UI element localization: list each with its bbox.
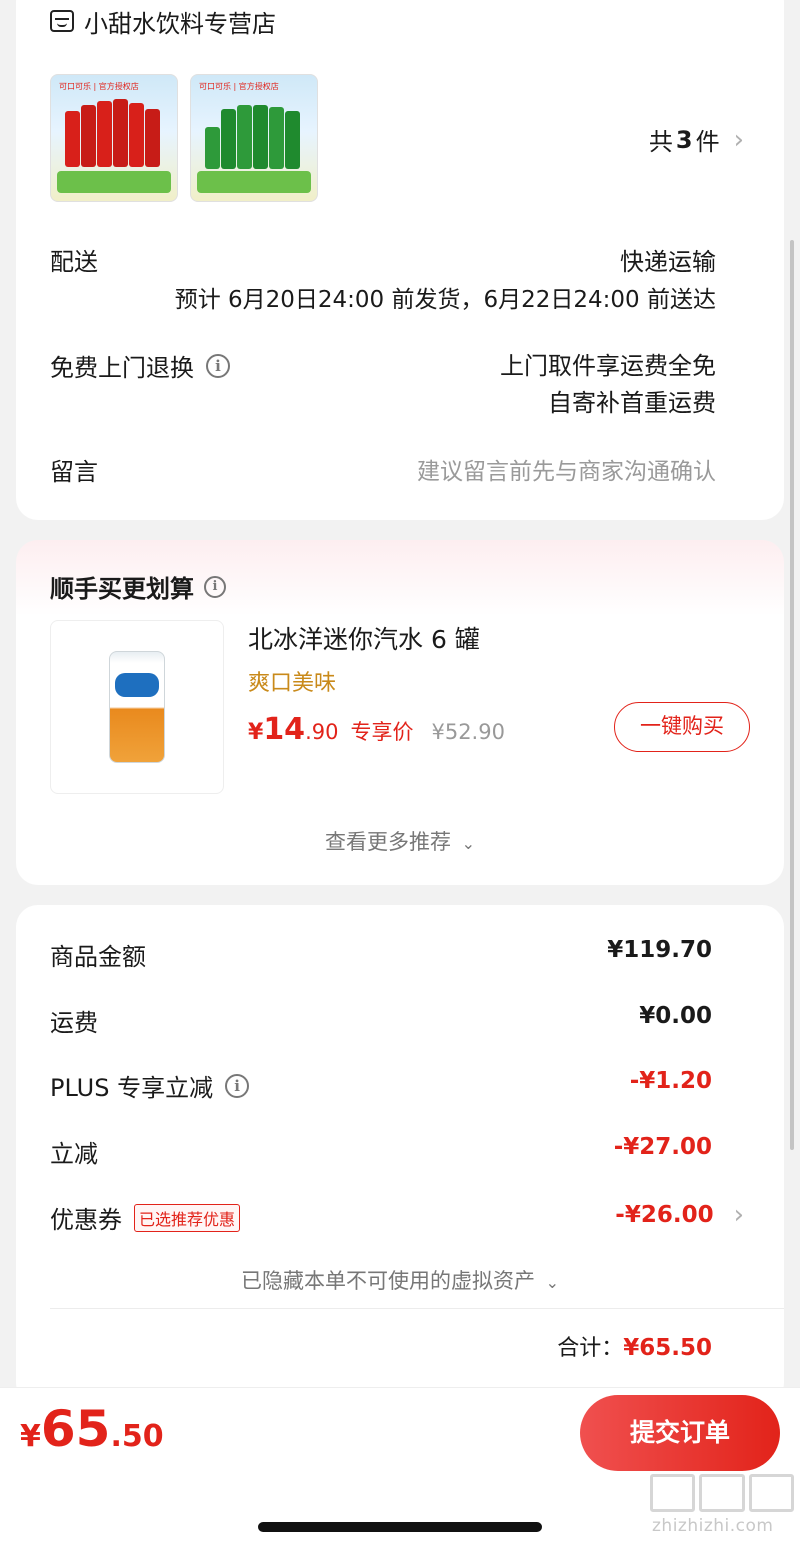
store-header[interactable]: 小甜水饮料专营店: [50, 6, 276, 38]
original-price: ¥52.90: [431, 720, 505, 744]
shipping-label: 运费: [50, 1009, 98, 1037]
plus-discount[interactable]: PLUS 专享立减 i: [50, 1068, 250, 1103]
item-count-prefix: 共: [648, 128, 673, 156]
recommend-header: 顺手买更划算 i: [50, 569, 226, 604]
hidden-assets-toggle[interactable]: 已隐藏本单不可使用的虚拟资产 ⌄: [0, 1265, 800, 1295]
plus-discount-label: PLUS 专享立减: [50, 1074, 214, 1102]
goods-amount-label: 商品金额: [50, 943, 146, 971]
price-integer: 14: [263, 712, 306, 747]
chevron-right-icon: ›: [733, 1200, 744, 1230]
info-icon[interactable]: i: [206, 353, 230, 378]
message-label: 留言: [50, 458, 98, 486]
coupon-badge: 已选推荐优惠: [134, 1203, 241, 1232]
message-input[interactable]: 建议留言前先与商家沟通确认: [417, 452, 716, 486]
price-symbol: ¥: [248, 720, 264, 745]
store-icon: [50, 10, 74, 32]
item-count-suffix: 件: [695, 128, 720, 156]
coupon-value-text: -¥26.00: [615, 1202, 714, 1228]
return-line-2: 自寄补首重运费: [548, 389, 716, 417]
coupon-value[interactable]: -¥26.00 ›: [615, 1200, 744, 1230]
delivery-estimate: 预计 6月20日24:00 前发货，6月22日24:00 前送达: [174, 287, 716, 313]
chevron-down-icon: ⌄: [545, 1273, 560, 1292]
recommend-product-image[interactable]: [50, 620, 224, 794]
see-more-label: 查看更多推荐: [324, 830, 451, 854]
price-integer: 65: [40, 1400, 111, 1458]
divider: [50, 1308, 784, 1309]
item-count-number: 3: [675, 125, 693, 154]
recommend-product-name[interactable]: 北冰洋迷你汽水 6 罐: [248, 620, 480, 656]
total-label: 合计：: [557, 1336, 624, 1361]
price-symbol: ¥: [20, 1419, 41, 1454]
discount-label: 立减: [50, 1140, 98, 1168]
discount-value: -¥27.00: [613, 1134, 712, 1160]
recommend-title: 顺手买更划算: [50, 575, 194, 603]
goods-amount-value: ¥119.70: [607, 937, 712, 963]
return-line-1: 上门取件享运费全免: [500, 352, 716, 380]
coupon-row[interactable]: 优惠券 已选推荐优惠: [50, 1200, 241, 1235]
info-icon[interactable]: i: [225, 1073, 250, 1098]
price-decimal: .90: [305, 720, 339, 744]
return-label: 免费上门退换: [50, 354, 194, 382]
hidden-assets-label: 已隐藏本单不可使用的虚拟资产: [240, 1269, 535, 1293]
info-icon[interactable]: i: [204, 575, 226, 598]
chevron-down-icon: ⌄: [461, 834, 476, 853]
product-thumbnail-cola[interactable]: 可口可乐 | 官方授权店: [50, 74, 178, 202]
store-name: 小甜水饮料专营店: [84, 9, 276, 38]
item-count[interactable]: 共 3 件 ›: [649, 122, 744, 157]
price-label: 专享价: [350, 720, 414, 744]
watermark-logo: [650, 1474, 794, 1512]
delivery-label: 配送: [50, 248, 98, 276]
shipping-value: ¥0.00: [639, 1003, 712, 1029]
delivery-method[interactable]: 快递运输: [620, 242, 716, 277]
order-total: 合计： ¥65.50: [557, 1330, 712, 1362]
chevron-right-icon: ›: [733, 124, 744, 155]
coupon-label: 优惠券: [50, 1206, 122, 1234]
home-indicator: [258, 1522, 542, 1532]
one-click-buy-button[interactable]: 一键购买: [614, 702, 750, 752]
watermark-text: zhizhizhi.com: [652, 1516, 774, 1536]
checkout-price: ¥ 65 .50: [20, 1400, 164, 1458]
plus-discount-value: -¥1.20: [629, 1068, 712, 1094]
see-more-recommendations[interactable]: 查看更多推荐 ⌄: [0, 826, 800, 856]
submit-order-button[interactable]: 提交订单: [580, 1395, 780, 1471]
product-thumbnail-sprite[interactable]: 可口可乐 | 官方授权店: [190, 74, 318, 202]
price-decimal: .50: [110, 1419, 164, 1454]
total-value: ¥65.50: [623, 1335, 712, 1361]
recommend-tagline: 爽口美味: [248, 671, 337, 696]
recommend-price: ¥ 14 .90 专享价 ¥52.90: [248, 712, 505, 747]
return-service[interactable]: 免费上门退换 i: [50, 348, 230, 383]
scrollbar[interactable]: [790, 240, 794, 1150]
